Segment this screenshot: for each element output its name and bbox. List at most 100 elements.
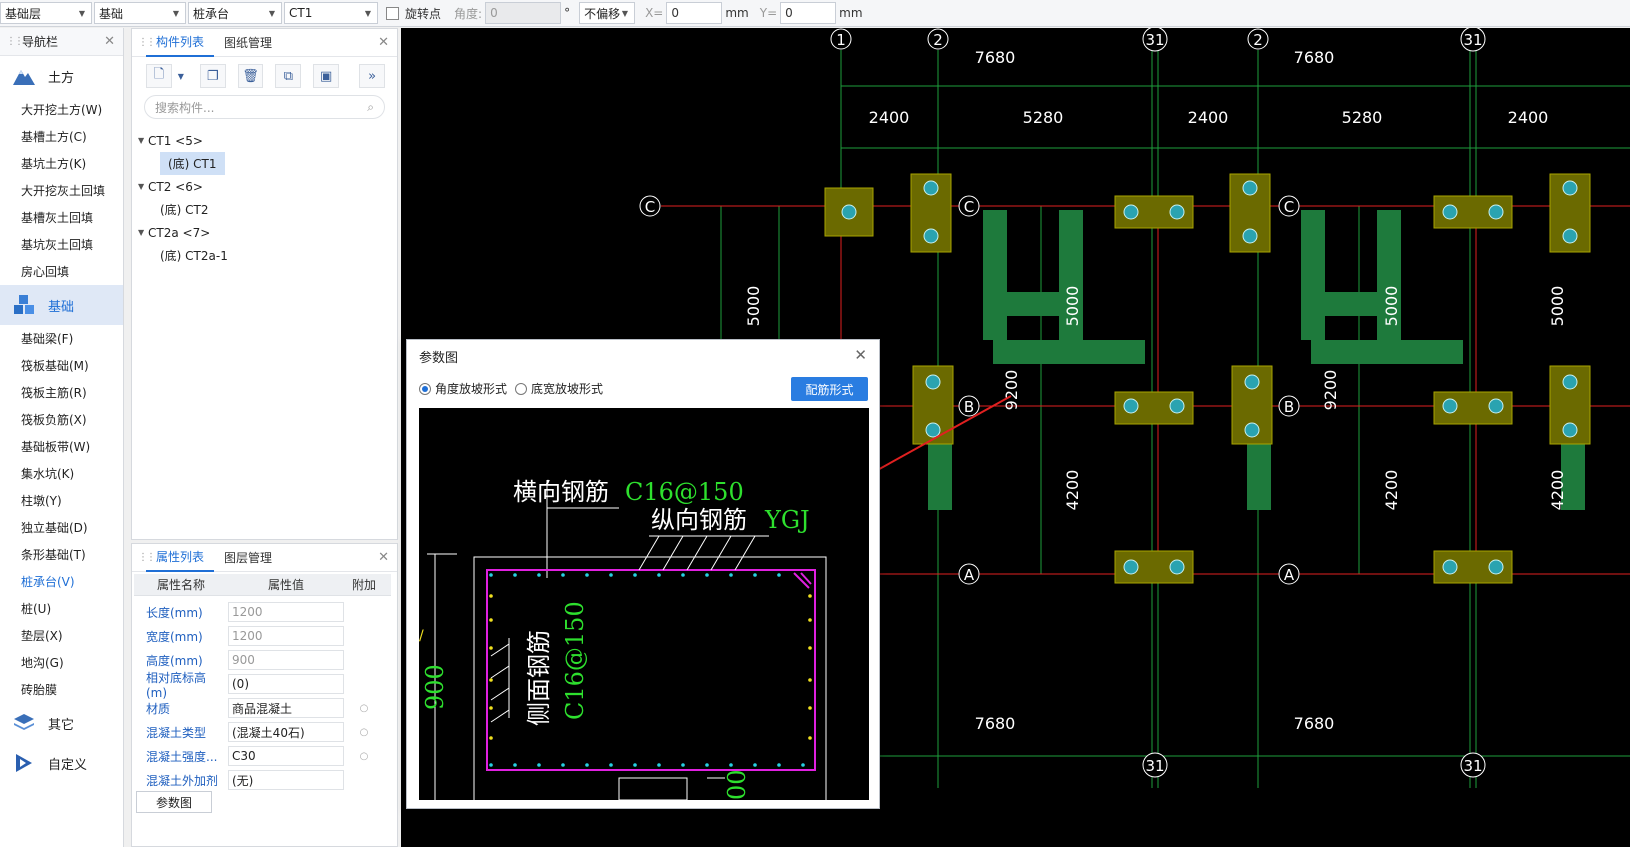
property-extra-checkbox[interactable]: ○ (344, 727, 384, 738)
nav-item[interactable]: 筏板主筋(R) (0, 379, 123, 406)
nav-item[interactable]: 大开挖土方(W) (0, 96, 123, 123)
tree-group-label: CT2 <6> (148, 179, 203, 194)
dimension-text: 7680 (1294, 48, 1335, 67)
dimension-text: 5000 (744, 286, 763, 327)
property-row: 相对底标高(m) (0) (134, 671, 397, 700)
close-icon[interactable]: ✕ (854, 346, 867, 364)
property-value[interactable]: (混凝土40石) (228, 722, 344, 742)
nav-item[interactable]: 砖胎膜 (0, 676, 123, 703)
close-icon[interactable]: ✕ (378, 35, 389, 50)
nav-category-custom[interactable]: 自定义 (0, 743, 123, 783)
dimension-text: 9200 (1321, 370, 1340, 411)
property-row: 材质 商品混凝土 ○ (134, 696, 397, 720)
dimension-text: 7680 (975, 48, 1016, 67)
property-extra-checkbox[interactable]: ○ (344, 703, 384, 714)
tab-property-list[interactable]: 属性列表 (146, 544, 215, 572)
param-diagram-label: 参数图 (155, 795, 192, 810)
close-icon[interactable]: ✕ (378, 550, 389, 565)
nav-item[interactable]: 基础板带(W) (0, 433, 123, 460)
axis-label: B (1284, 398, 1294, 416)
tree-group[interactable]: ▼ CT2 <6> (132, 175, 397, 198)
close-icon[interactable]: ✕ (104, 34, 115, 49)
tree-item[interactable]: (底) CT2a-1 (132, 244, 397, 267)
property-value[interactable]: 1200 (228, 626, 344, 646)
side-rebar-label: 侧面钢筋 (525, 630, 553, 726)
angle-input[interactable]: 0 (485, 2, 562, 24)
copy-component-button[interactable]: ❐ (199, 64, 226, 88)
nav-item[interactable]: 基槽土方(C) (0, 123, 123, 150)
nav-item[interactable]: 基坑土方(K) (0, 150, 123, 177)
tree-group-label: CT2a <7> (148, 225, 211, 240)
new-dropdown-button[interactable]: ▼ (174, 64, 188, 88)
nav-item[interactable]: 基础梁(F) (0, 325, 123, 352)
tree-item[interactable]: (底) CT2 (132, 198, 397, 221)
chevron-down-icon: ▼ (78, 8, 85, 18)
drag-handle-icon[interactable]: ⋮⋮ (138, 37, 156, 48)
nav-item[interactable]: 集水坑(K) (0, 460, 123, 487)
save-component-button[interactable]: ▣ (313, 64, 340, 88)
nav-item[interactable]: 房心回填 (0, 258, 123, 285)
floor-select[interactable]: 基础层 ▼ (0, 2, 92, 24)
nav-item[interactable]: 桩(U) (0, 595, 123, 622)
radio-width-slope[interactable]: 底宽放坡形式 (515, 380, 603, 397)
tab-layer-management[interactable]: 图层管理 (214, 544, 282, 572)
nav-item-pile-cap[interactable]: 桩承台(V) (0, 568, 123, 595)
nav-item[interactable]: 筏板基础(M) (0, 352, 123, 379)
nav-category-other[interactable]: 其它 (0, 703, 123, 743)
expand-icon[interactable]: ▼ (138, 136, 148, 145)
property-row: 混凝土类型 (混凝土40石) ○ (134, 720, 397, 744)
property-extra-checkbox[interactable]: ○ (344, 751, 384, 762)
duplicate-layer-button[interactable]: ⧉ (275, 64, 302, 88)
drag-handle-icon[interactable]: ⋮⋮ (6, 36, 24, 47)
dimension-text: 5280 (1342, 108, 1383, 127)
new-component-button[interactable]: 🗋 (146, 64, 172, 88)
type-select[interactable]: 桩承台 ▼ (188, 2, 282, 24)
property-table-header: 属性名称 属性值 附加 (134, 574, 391, 596)
nav-item[interactable]: 垫层(X) (0, 622, 123, 649)
radio-angle-slope[interactable]: 角度放坡形式 (419, 380, 507, 397)
rebar-diagram: 横向钢筋 C16@150 纵向钢筋 YGJ 侧面钢筋 C16@150 900 0… (419, 478, 827, 801)
axis-label: 31 (1463, 31, 1482, 49)
nav-item[interactable]: 条形基础(T) (0, 541, 123, 568)
param-diagram-button[interactable]: 参数图 (136, 791, 212, 813)
property-value[interactable]: 900 (228, 650, 344, 670)
nav-item[interactable]: 基坑灰土回填 (0, 231, 123, 258)
expand-icon[interactable]: ▼ (138, 182, 148, 191)
nav-item[interactable]: 基槽灰土回填 (0, 204, 123, 231)
property-value[interactable]: (无) (228, 770, 344, 790)
axis-label: 2 (1253, 31, 1263, 49)
drag-handle-icon[interactable]: ⋮⋮ (138, 552, 156, 563)
rebar-hook (793, 572, 812, 589)
offset-select[interactable]: 不偏移 ▼ (579, 2, 636, 24)
tree-group[interactable]: ▼ CT1 <5> (132, 129, 397, 152)
nav-item[interactable]: 独立基础(D) (0, 514, 123, 541)
nav-item[interactable]: 地沟(G) (0, 649, 123, 676)
cubes-icon (14, 295, 34, 314)
tree-group[interactable]: ▼ CT2a <7> (132, 221, 397, 244)
property-value[interactable]: (0) (228, 674, 344, 694)
property-value[interactable]: 1200 (228, 602, 344, 622)
nav-category-foundation[interactable]: 基础 (0, 285, 123, 325)
y-input[interactable]: 0 (780, 2, 837, 24)
nav-item[interactable]: 筏板负筋(X) (0, 406, 123, 433)
component-select[interactable]: CT1 ▼ (284, 2, 378, 24)
property-value[interactable]: 商品混凝土 (228, 698, 344, 718)
rebar-form-button[interactable]: 配筋形式 (791, 377, 868, 401)
nav-item[interactable]: 柱墩(Y) (0, 487, 123, 514)
component-list-panel: ⋮⋮ 构件列表 图纸管理 ✕ 🗋 ▼ ❐ 🗑 ⧉ ▣ » 搜索构件... ⌕ ▼… (131, 28, 398, 540)
x-input[interactable]: 0 (666, 2, 723, 24)
nav-item[interactable]: 大开挖灰土回填 (0, 177, 123, 204)
search-input[interactable]: 搜索构件... ⌕ (144, 95, 385, 119)
nav-category-earthwork[interactable]: 土方 (0, 56, 123, 96)
tab-component-list[interactable]: 构件列表 (146, 29, 215, 57)
property-value[interactable]: C30 (228, 746, 344, 766)
dimension-text: 4200 (1063, 470, 1082, 511)
delete-component-button[interactable]: 🗑 (237, 64, 264, 88)
more-button[interactable]: » (359, 64, 385, 88)
tab-drawing-management[interactable]: 图纸管理 (214, 29, 282, 57)
tree-item-selected[interactable]: (底) CT1 (132, 152, 397, 175)
category-select[interactable]: 基础 ▼ (94, 2, 186, 24)
chevron-down-icon: ▼ (268, 8, 275, 18)
rotate-point-checkbox[interactable] (386, 6, 399, 20)
expand-icon[interactable]: ▼ (138, 228, 148, 237)
